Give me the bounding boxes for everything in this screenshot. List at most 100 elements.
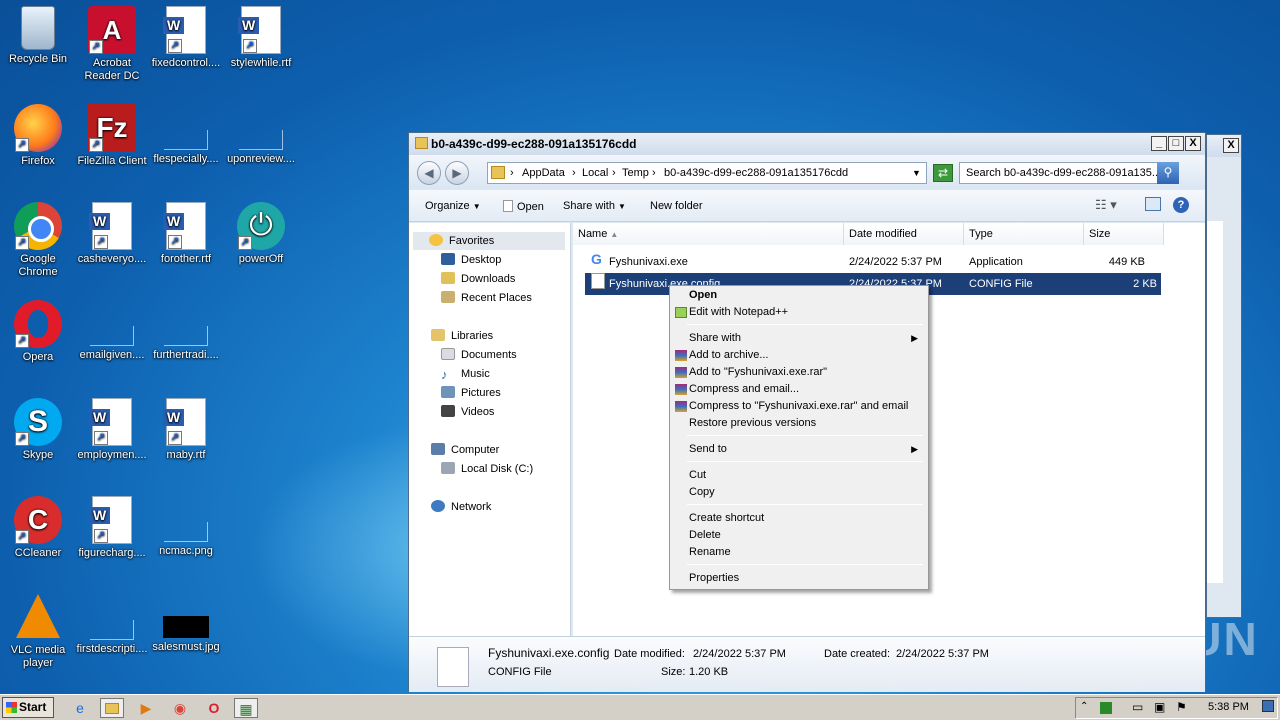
nav-libraries[interactable]: Libraries: [431, 327, 493, 345]
breadcrumb-appdata[interactable]: AppData: [522, 167, 565, 179]
breadcrumb-local[interactable]: Local: [582, 167, 608, 179]
menu-item-properties[interactable]: Properties: [672, 570, 926, 587]
menu-item-edit-notepad[interactable]: Edit with Notepad++: [672, 304, 926, 321]
breadcrumb-current-folder[interactable]: b0-a439c-d99-ec288-091a135176cdd: [664, 167, 848, 179]
maximize-button[interactable]: □: [1168, 136, 1184, 151]
search-icon[interactable]: ⚲: [1157, 162, 1179, 184]
keyboard-icon[interactable]: ▭: [1132, 700, 1143, 714]
desktop-icon-furthertradi[interactable]: furthertradi....: [148, 300, 224, 362]
desktop-icon-recycle-bin[interactable]: Recycle Bin: [0, 6, 76, 66]
new-folder-button[interactable]: New folder: [650, 200, 703, 212]
ie-taskbar-icon[interactable]: e: [68, 698, 92, 718]
column-type[interactable]: Type: [964, 223, 1084, 245]
explorer-titlebar[interactable]: b0-a439c-d99-ec288-091a135176cdd _ □ X: [409, 133, 1205, 155]
nav-videos[interactable]: Videos: [441, 403, 494, 421]
breadcrumb-temp[interactable]: Temp: [622, 167, 649, 179]
menu-item-compress-rar-email[interactable]: Compress to "Fyshunivaxi.exe.rar" and em…: [672, 398, 926, 415]
clock[interactable]: 5:38 PM: [1208, 701, 1249, 713]
background-close-button[interactable]: X: [1223, 138, 1239, 153]
address-bar[interactable]: › AppData › Local › Temp › b0-a439c-d99-…: [487, 162, 927, 184]
explorer-taskbar-icon[interactable]: [100, 698, 124, 718]
opera-taskbar-icon[interactable]: O: [202, 698, 226, 718]
menu-item-compress-email[interactable]: Compress and email...: [672, 381, 926, 398]
view-options-icon[interactable]: ☷ ▾: [1095, 197, 1117, 213]
nav-pictures[interactable]: Pictures: [441, 384, 501, 402]
vlc-cone-icon: [16, 594, 60, 638]
search-input[interactable]: Search b0-a439c-d99-ec288-091a135... ⚲: [959, 162, 1179, 184]
chevron-down-icon: ▼: [472, 202, 481, 211]
address-dropdown-icon[interactable]: ▼: [912, 168, 921, 178]
app-taskbar-icon[interactable]: ▦: [234, 698, 258, 718]
share-with-button[interactable]: Share with ▼: [563, 200, 626, 212]
action-center-flag-icon[interactable]: ⚑: [1176, 700, 1187, 714]
menu-item-cut[interactable]: Cut: [672, 467, 926, 484]
desktop-icon-firstdescripti[interactable]: firstdescripti....: [74, 594, 150, 656]
organize-button[interactable]: Organize ▼: [425, 200, 481, 212]
nav-downloads[interactable]: Downloads: [441, 270, 515, 288]
menu-item-add-archive[interactable]: Add to archive...: [672, 347, 926, 364]
column-name[interactable]: Name ▲: [573, 223, 844, 245]
tray-app-icon[interactable]: [1100, 702, 1112, 714]
nav-documents[interactable]: Documents: [441, 346, 517, 364]
desktop-icon-uponreview[interactable]: uponreview....: [223, 104, 299, 166]
menu-item-copy[interactable]: Copy: [672, 484, 926, 501]
desktop-icon-emailgiven[interactable]: emailgiven....: [74, 300, 150, 362]
nav-recent-places[interactable]: Recent Places: [441, 289, 532, 307]
desktop-icon-opera[interactable]: ↗ Opera: [0, 300, 76, 364]
desktop-icon-ccleaner[interactable]: C ↗ CCleaner: [0, 496, 76, 560]
nav-label: Music: [461, 368, 490, 380]
menu-item-rename[interactable]: Rename: [672, 544, 926, 561]
start-button[interactable]: Start: [2, 697, 54, 718]
desktop-icon-label: Acrobat Reader DC: [84, 57, 140, 82]
close-button[interactable]: X: [1185, 136, 1201, 151]
media-player-taskbar-icon[interactable]: ▶: [134, 698, 158, 718]
menu-separator: [687, 504, 923, 505]
menu-item-add-rar[interactable]: Add to "Fyshunivaxi.exe.rar": [672, 364, 926, 381]
help-icon[interactable]: ?: [1173, 197, 1189, 213]
desktop-icon-maby[interactable]: W ↗ maby.rtf: [148, 398, 224, 462]
menu-item-delete[interactable]: Delete: [672, 527, 926, 544]
minimize-button[interactable]: _: [1151, 136, 1167, 151]
desktop-icon-employmen[interactable]: W ↗ employmen....: [74, 398, 150, 462]
desktop-icon-skype[interactable]: S ↗ Skype: [0, 398, 76, 462]
show-hidden-icons-icon[interactable]: ⌃: [1080, 701, 1088, 712]
desktop-icon-filezilla[interactable]: Fz ↗ FileZilla Client: [74, 104, 150, 168]
desktop-icon-label: ncmac.png: [159, 545, 213, 557]
desktop-icon-figurecharg[interactable]: W ↗ figurecharg....: [74, 496, 150, 560]
nav-computer[interactable]: Computer: [431, 441, 499, 459]
desktop-icon-poweroff[interactable]: ⏻ ↗ powerOff: [223, 202, 299, 266]
menu-item-share-with[interactable]: Share with ▶: [672, 330, 926, 347]
nav-network[interactable]: Network: [431, 498, 491, 516]
desktop-icon-vlc[interactable]: VLC media player: [0, 594, 76, 670]
chrome-taskbar-icon[interactable]: ◉: [168, 698, 192, 718]
desktop-icon-chrome[interactable]: ↗ Google Chrome: [0, 202, 76, 279]
nav-favorites[interactable]: Favorites: [413, 232, 565, 250]
nav-desktop[interactable]: Desktop: [441, 251, 501, 269]
menu-item-restore-versions[interactable]: Restore previous versions: [672, 415, 926, 432]
column-date-modified[interactable]: Date modified: [844, 223, 964, 245]
desktop-icon-salesmust[interactable]: salesmust.jpg: [148, 594, 224, 654]
back-button[interactable]: ◀: [417, 161, 441, 185]
nav-music[interactable]: ♪ Music: [441, 365, 490, 383]
desktop-icon-fixedcontrol[interactable]: W ↗ fixedcontrol....: [148, 6, 224, 70]
background-window[interactable]: X: [1206, 134, 1242, 618]
preview-pane-icon[interactable]: [1145, 197, 1161, 211]
menu-item-open[interactable]: Open: [672, 287, 926, 304]
desktop-icon-flespecially[interactable]: flespecially....: [148, 104, 224, 166]
column-size[interactable]: Size: [1084, 223, 1164, 245]
menu-item-create-shortcut[interactable]: Create shortcut: [672, 510, 926, 527]
network-tray-icon[interactable]: ▣: [1154, 700, 1165, 714]
file-row[interactable]: G Fyshunivaxi.exe 2/24/2022 5:37 PM Appl…: [585, 251, 1161, 273]
menu-item-send-to[interactable]: Send to ▶: [672, 441, 926, 458]
show-desktop-icon[interactable]: [1262, 700, 1274, 712]
desktop-icon-casheveryo[interactable]: W ↗ casheveryo....: [74, 202, 150, 266]
refresh-icon[interactable]: ⇄: [933, 164, 953, 182]
forward-button[interactable]: ▶: [445, 161, 469, 185]
nav-local-disk[interactable]: Local Disk (C:): [441, 460, 533, 478]
desktop-icon-acrobat[interactable]: A ↗ Acrobat Reader DC: [74, 6, 150, 83]
desktop-icon-ncmac[interactable]: ncmac.png: [148, 496, 224, 558]
desktop-icon-forother[interactable]: W ↗ forother.rtf: [148, 202, 224, 266]
desktop-icon-firefox[interactable]: ↗ Firefox: [0, 104, 76, 168]
open-button[interactable]: Open: [503, 200, 544, 213]
desktop-icon-stylewhile[interactable]: W ↗ stylewhile.rtf: [223, 6, 299, 70]
